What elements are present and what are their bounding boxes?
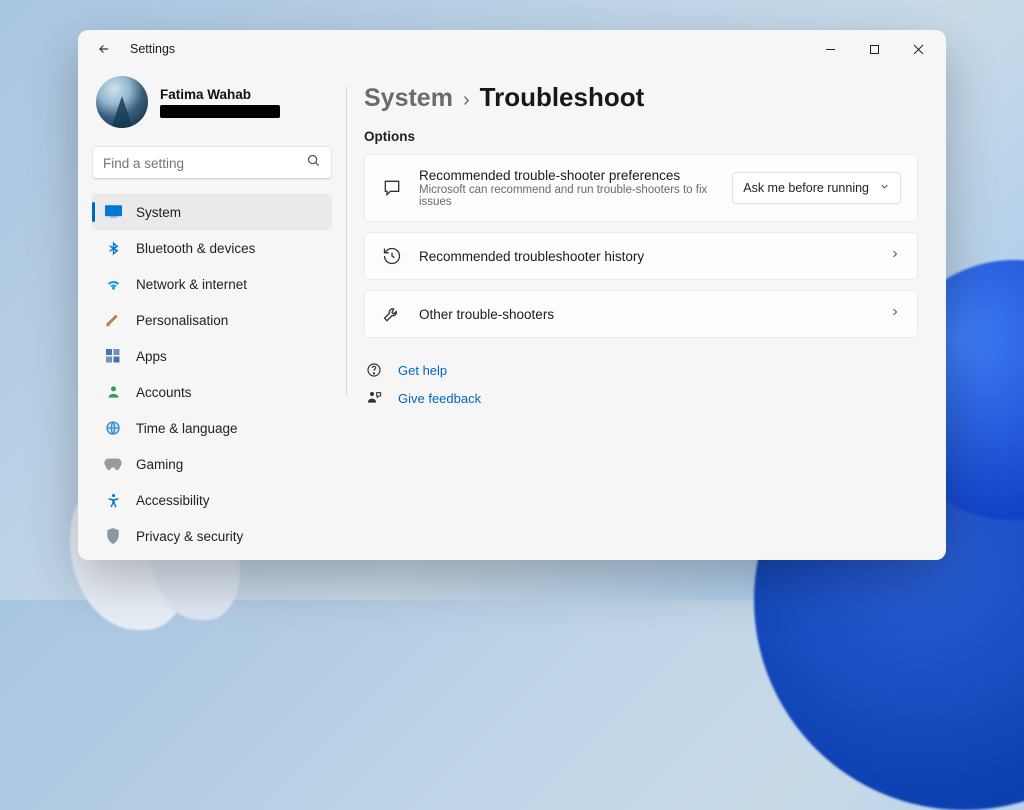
card-title: Recommended trouble-shooter preferences [419,168,716,183]
card-title: Other trouble-shooters [419,307,873,322]
sidebar-item-accounts[interactable]: Accounts [92,374,332,410]
sidebar-item-gaming[interactable]: Gaming [92,446,332,482]
accessibility-icon [104,491,122,509]
back-button[interactable] [92,42,116,56]
link-text[interactable]: Get help [398,363,447,378]
main-content: System › Troubleshoot Options Recommende… [346,68,946,560]
dropdown-value: Ask me before running [743,181,869,195]
close-button[interactable] [896,34,940,64]
search-icon [306,153,321,173]
feedback-icon [364,390,384,406]
breadcrumb-parent[interactable]: System [364,84,453,113]
breadcrumb: System › Troubleshoot [364,82,918,113]
wrench-icon [381,304,403,324]
divider [346,86,347,396]
sidebar-item-label: Gaming [136,457,183,472]
globe-icon [104,419,122,437]
minimize-button[interactable] [808,34,852,64]
gamepad-icon [104,455,122,473]
chevron-right-icon: › [463,89,470,112]
sidebar-item-apps[interactable]: Apps [92,338,332,374]
sidebar-item-privacy[interactable]: Privacy & security [92,518,332,552]
sidebar-item-label: Accounts [136,385,192,400]
search-input[interactable] [103,156,306,171]
chevron-right-icon [889,305,901,323]
sidebar-item-label: Network & internet [136,277,247,292]
link-text[interactable]: Give feedback [398,391,481,406]
troubleshooter-mode-dropdown[interactable]: Ask me before running [732,172,901,204]
give-feedback-link[interactable]: Give feedback [364,384,918,412]
sidebar-item-time-language[interactable]: Time & language [92,410,332,446]
profile-name: Fatima Wahab [160,87,280,102]
search-box[interactable] [92,146,332,180]
sidebar: Fatima Wahab System Bluetooth & devices [78,68,346,560]
sidebar-item-label: Time & language [136,421,238,436]
footer-links: Get help Give feedback [364,356,918,412]
sidebar-item-system[interactable]: System [92,194,332,230]
maximize-button[interactable] [852,34,896,64]
paintbrush-icon [104,311,122,329]
avatar [96,76,148,128]
titlebar: Settings [78,30,946,68]
sidebar-item-label: Privacy & security [136,529,243,544]
history-icon [381,246,403,266]
sidebar-item-label: System [136,205,181,220]
profile[interactable]: Fatima Wahab [92,72,332,138]
window-title: Settings [130,42,175,56]
sidebar-item-accessibility[interactable]: Accessibility [92,482,332,518]
sidebar-item-label: Personalisation [136,313,228,328]
sidebar-item-label: Apps [136,349,167,364]
chevron-down-icon [879,181,890,195]
nav: System Bluetooth & devices Network & int… [92,194,332,552]
wifi-icon [104,275,122,293]
chevron-right-icon [889,247,901,265]
card-title: Recommended troubleshooter history [419,249,873,264]
display-icon [104,203,122,221]
profile-email-redacted [160,105,280,118]
help-icon [364,362,384,378]
card-desc: Microsoft can recommend and run trouble-… [419,184,716,208]
sidebar-item-label: Accessibility [136,493,210,508]
shield-icon [104,527,122,545]
card-other-troubleshooters[interactable]: Other trouble-shooters [364,290,918,338]
card-troubleshooter-history[interactable]: Recommended troubleshooter history [364,232,918,280]
get-help-link[interactable]: Get help [364,356,918,384]
sidebar-item-bluetooth[interactable]: Bluetooth & devices [92,230,332,266]
apps-icon [104,347,122,365]
bluetooth-icon [104,239,122,257]
sidebar-item-label: Bluetooth & devices [136,241,255,256]
section-label: Options [364,129,918,144]
person-icon [104,383,122,401]
card-troubleshooter-preferences[interactable]: Recommended trouble-shooter preferences … [364,154,918,222]
chat-icon [381,178,403,198]
sidebar-item-network[interactable]: Network & internet [92,266,332,302]
settings-window: Settings Fatima Wahab [78,30,946,560]
page-title: Troubleshoot [480,82,645,113]
sidebar-item-personalisation[interactable]: Personalisation [92,302,332,338]
